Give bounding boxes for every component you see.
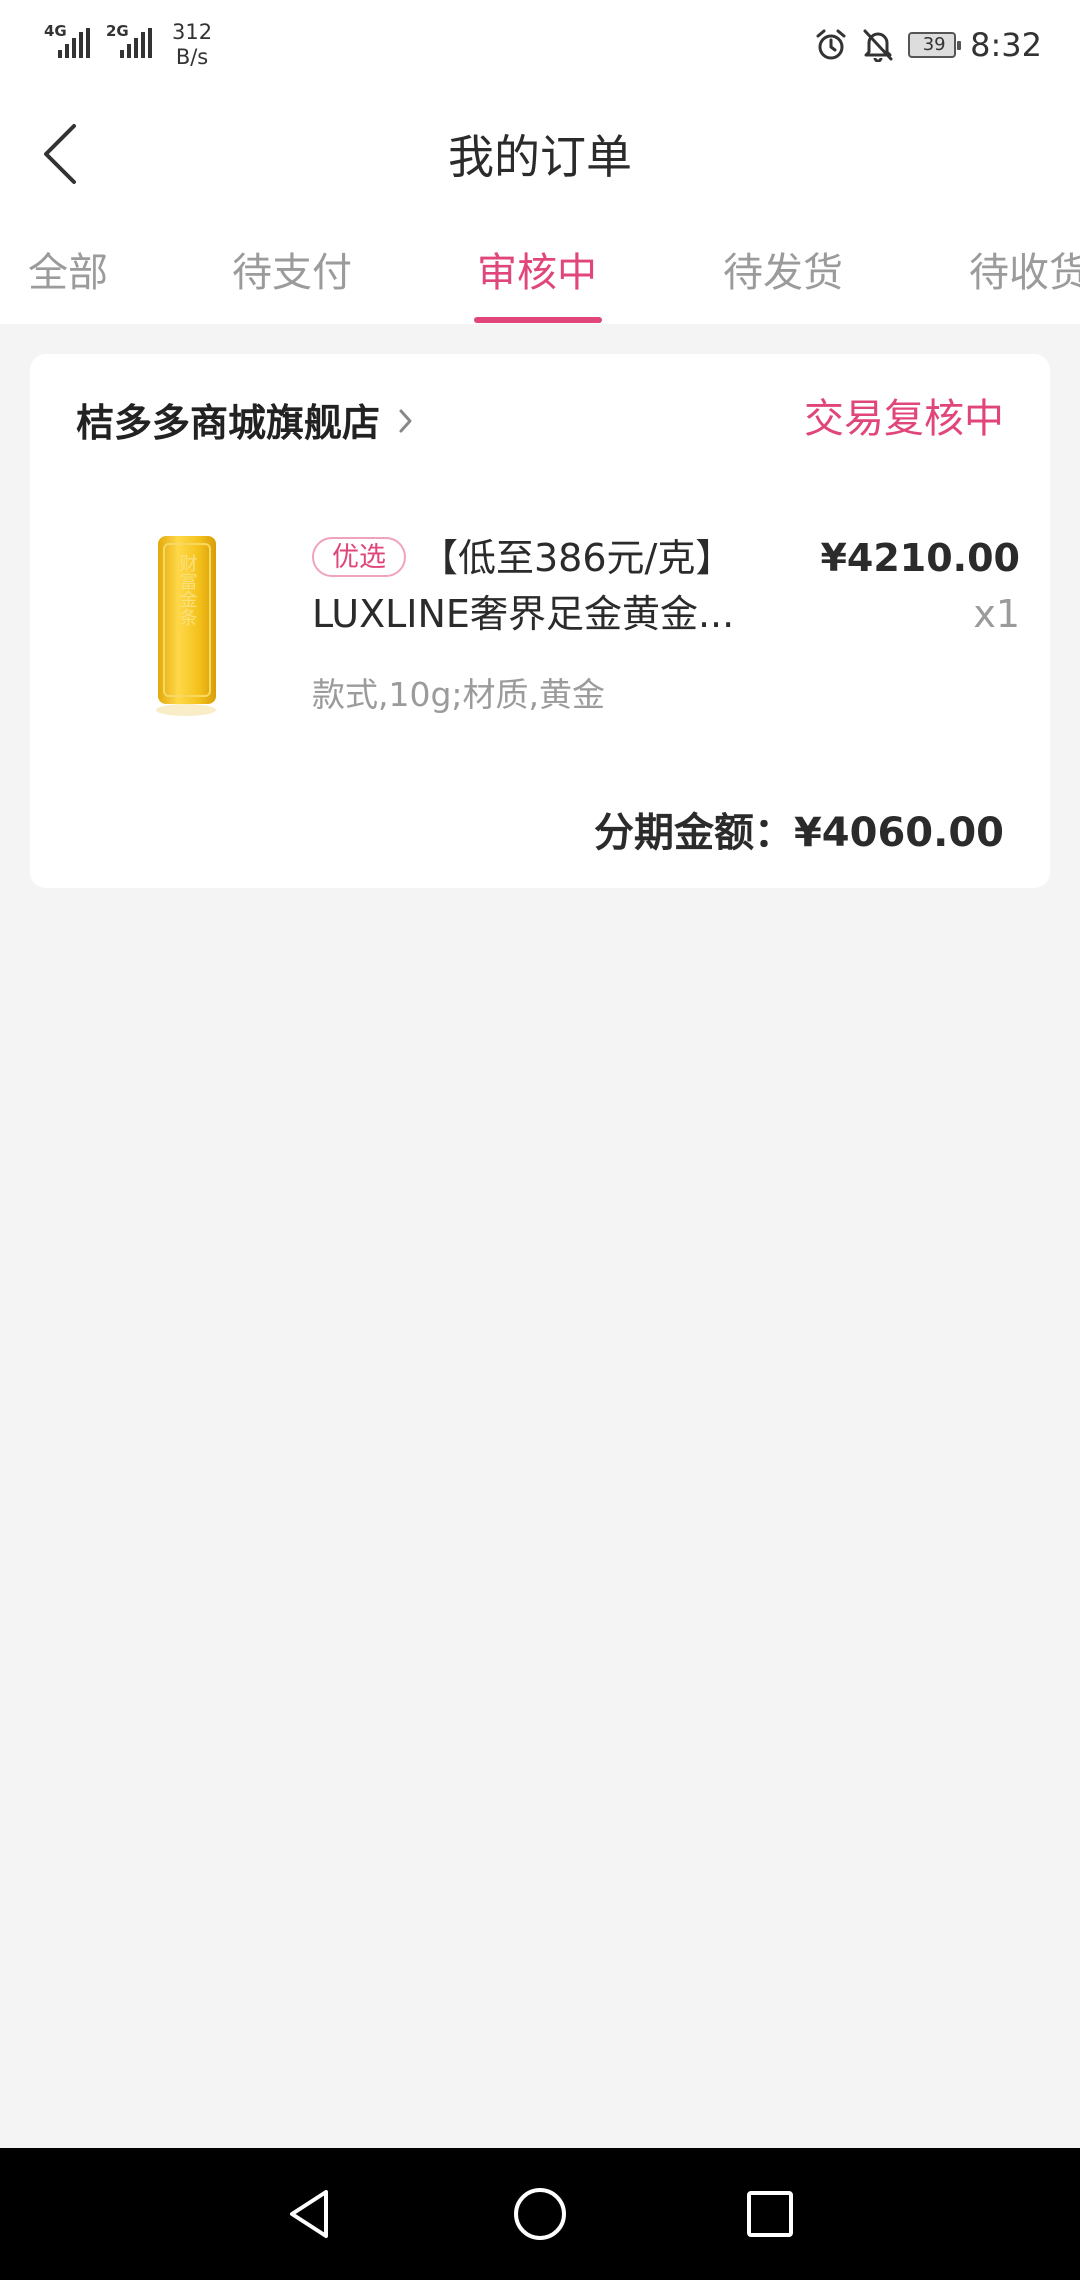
product-spec: 款式,10g;材质,黄金 (312, 675, 606, 714)
installment-amount: 分期金额：¥4060.00 (594, 800, 1004, 858)
product-price: ¥4210.00 (820, 536, 1020, 580)
product-info[interactable]: 优选 【低至386元/克】 LUXLINE奢界足金黄金... 款式,10g;材质,… (312, 530, 782, 716)
network-speed-unit: B/s (175, 45, 209, 69)
chevron-left-icon (44, 124, 76, 184)
home-circle-icon[interactable] (510, 2184, 570, 2244)
installment-value: ¥4060.00 (793, 810, 1004, 856)
status-left: 4G 2G 312 B/s (44, 20, 212, 70)
alarm-icon (816, 29, 846, 60)
status-right: 39 8:32 (814, 22, 1042, 68)
product-image[interactable]: 财富金条 (82, 524, 292, 734)
tab-all[interactable]: 全部 (28, 222, 108, 324)
network-speed: 312 B/s (172, 20, 212, 70)
installment-label: 分期金额： (593, 810, 794, 856)
network-speed-value: 312 (172, 20, 213, 44)
store-name: 桔多多商城旗舰店 (76, 400, 381, 445)
active-tab-indicator (474, 317, 602, 323)
order-card[interactable]: 桔多多商城旗舰店 交易复核中 财富金条 优选 【低至386元/克】 LUXLINE… (30, 354, 1050, 888)
status-bar: 4G 2G 312 B/s 39 8:32 (0, 0, 1080, 92)
tab-pending-shipment[interactable]: 待发货 (723, 222, 843, 324)
sim2-signal-icon: 2G (106, 20, 158, 64)
clock: 8:32 (970, 26, 1042, 64)
page-title: 我的订单 (448, 130, 632, 184)
product-image-text: 财富金条 (177, 554, 198, 626)
tab-pending-receipt[interactable]: 待收货 (969, 222, 1080, 324)
back-triangle-icon[interactable] (280, 2184, 340, 2244)
back-button[interactable] (30, 114, 100, 194)
order-status: 交易复核中 (804, 396, 1004, 442)
battery-icon: 39 (908, 32, 962, 58)
sim1-signal-icon: 4G (44, 20, 96, 64)
product-title-line1: 优选 【低至386元/克】 (312, 530, 782, 586)
product-title-text1: 【低至386元/克】 (420, 536, 734, 580)
system-nav-bar (0, 2148, 1080, 2280)
store-link[interactable]: 桔多多商城旗舰店 (76, 388, 414, 450)
order-tabs: 全部 待支付 审核中 待发货 待收货 (0, 222, 1080, 324)
tab-pending-payment[interactable]: 待支付 (232, 222, 352, 324)
recents-square-icon[interactable] (740, 2184, 800, 2244)
product-title-line2: LUXLINE奢界足金黄金... (312, 592, 735, 636)
app-header: 我的订单 (0, 92, 1080, 222)
battery-level: 39 (922, 34, 946, 55)
tab-under-review[interactable]: 审核中 (477, 222, 597, 324)
preferred-tag: 优选 (312, 536, 406, 577)
bell-off-icon (863, 29, 893, 62)
product-quantity: x1 (973, 592, 1020, 636)
chevron-right-icon (399, 409, 412, 433)
